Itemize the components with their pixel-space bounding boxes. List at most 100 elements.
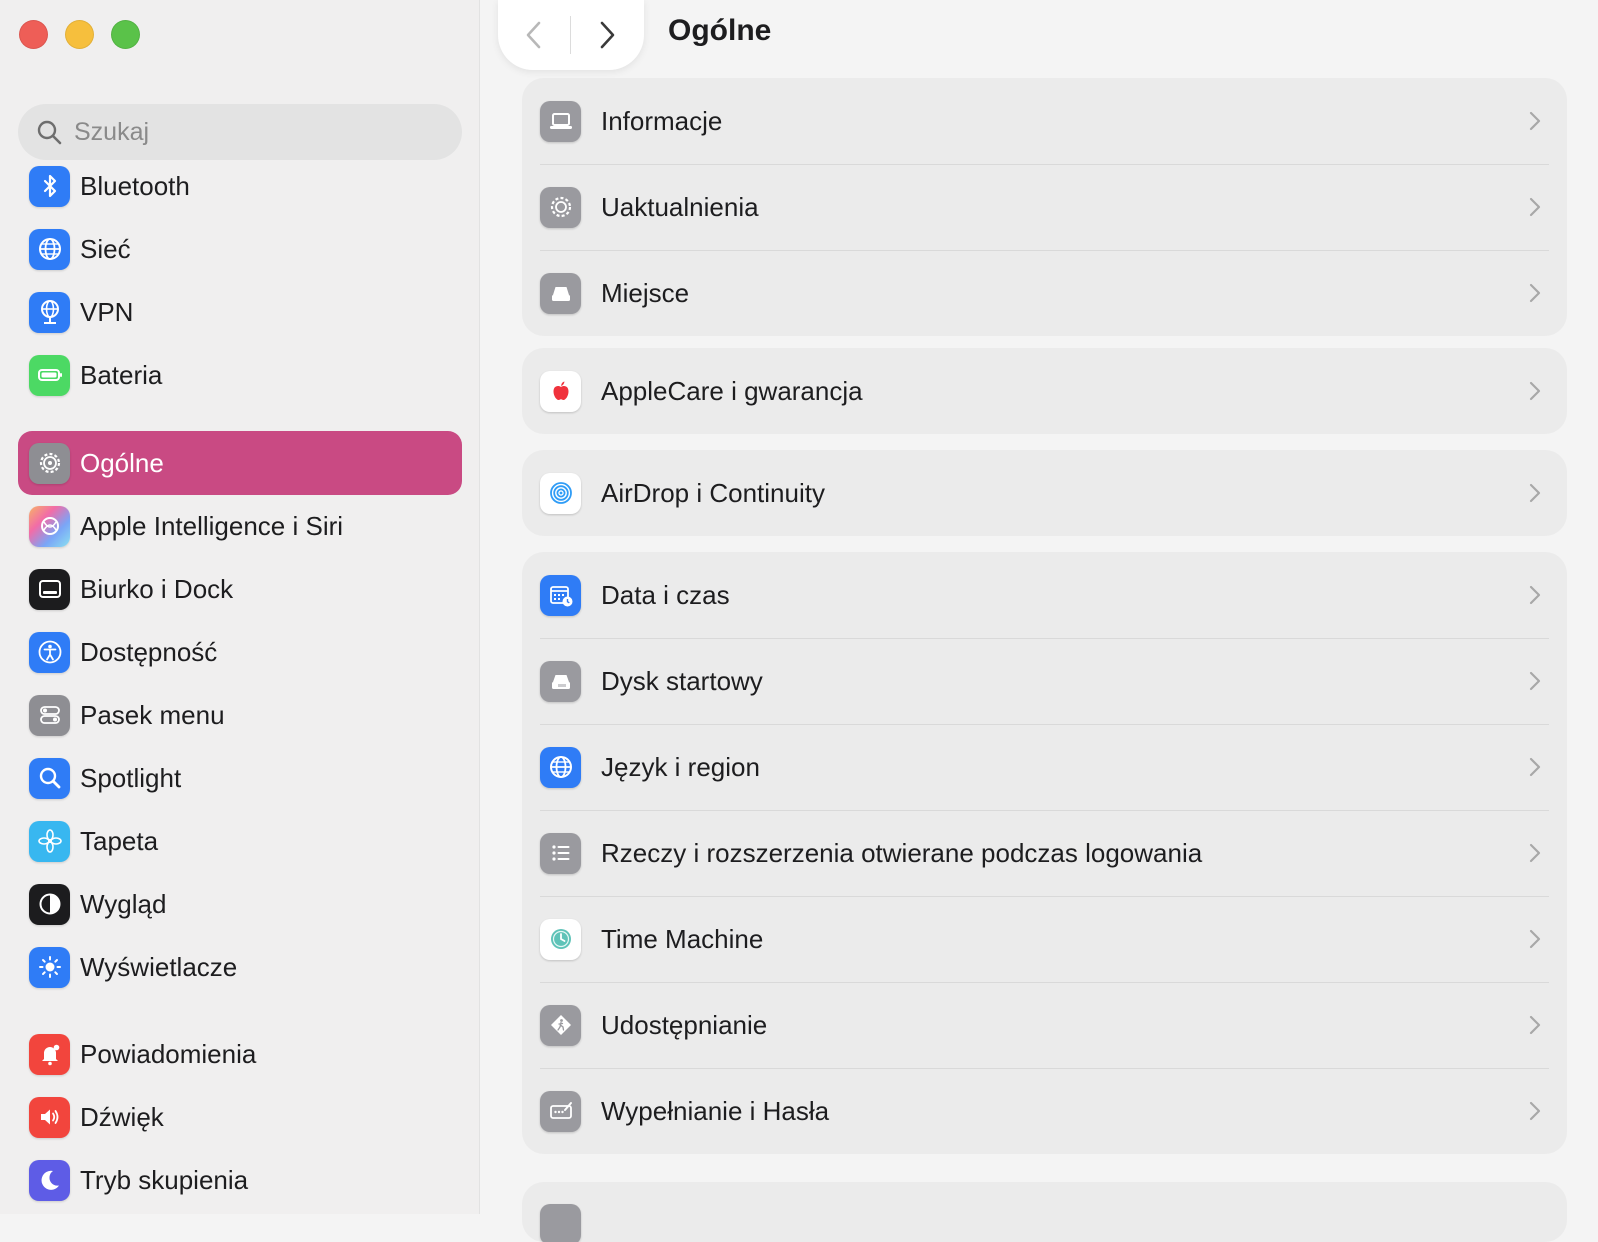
sidebar-item-label: Dźwięk bbox=[80, 1101, 164, 1132]
chevron-right-icon bbox=[1529, 1015, 1541, 1035]
row-partial[interactable] bbox=[522, 1182, 1567, 1242]
chevron-right-icon bbox=[1529, 585, 1541, 605]
back-button[interactable] bbox=[498, 0, 570, 70]
sidebar-item-displays[interactable]: Wyświetlacze bbox=[18, 935, 462, 999]
minimize-window-button[interactable] bbox=[65, 20, 94, 49]
chevron-right-icon bbox=[1529, 111, 1541, 131]
row-label: Data i czas bbox=[601, 579, 730, 610]
row-label: AirDrop i Continuity bbox=[601, 477, 825, 508]
sidebar-item-label: Wyświetlacze bbox=[80, 951, 238, 982]
row-informacje[interactable]: Informacje bbox=[522, 78, 1567, 164]
chevron-right-icon bbox=[1529, 381, 1541, 401]
sidebar-item-vpn[interactable]: VPN bbox=[18, 280, 462, 344]
spotlight-icon bbox=[29, 757, 70, 799]
laptop-icon bbox=[540, 100, 581, 142]
wallpaper-icon bbox=[29, 820, 70, 862]
window-controls bbox=[19, 20, 140, 49]
chevron-right-icon bbox=[1529, 483, 1541, 503]
row-label: AppleCare i gwarancja bbox=[601, 375, 863, 406]
sidebar-item-appearance[interactable]: Wygląd bbox=[18, 872, 462, 936]
sidebar-item-label: Wygląd bbox=[80, 888, 167, 919]
dock-icon bbox=[29, 568, 70, 610]
settings-group-about: Informacje Uaktualnienia Miejsce bbox=[522, 78, 1567, 336]
sidebar-item-label: Dostępność bbox=[80, 636, 218, 667]
bluetooth-icon bbox=[29, 165, 70, 207]
row-applecare[interactable]: AppleCare i gwarancja bbox=[522, 348, 1567, 434]
row-uaktualnienia[interactable]: Uaktualnienia bbox=[522, 164, 1567, 250]
chevron-right-icon bbox=[600, 21, 615, 49]
settings-group-next bbox=[522, 1182, 1567, 1242]
row-label: Time Machine bbox=[601, 923, 764, 954]
gear-icon bbox=[29, 442, 70, 484]
close-window-button[interactable] bbox=[19, 20, 48, 49]
accessibility-icon bbox=[29, 631, 70, 673]
battery-icon bbox=[29, 354, 70, 396]
sidebar-item-label: Biurko i Dock bbox=[80, 573, 234, 604]
forward-button[interactable] bbox=[571, 0, 643, 70]
row-label: Język i region bbox=[601, 751, 760, 782]
chevron-right-icon bbox=[1529, 1101, 1541, 1121]
zoom-window-button[interactable] bbox=[111, 20, 140, 49]
row-label: Informacje bbox=[601, 105, 723, 136]
calendar-clock-icon bbox=[540, 574, 581, 616]
sidebar-item-battery[interactable]: Bateria bbox=[18, 343, 462, 407]
row-time-machine[interactable]: Time Machine bbox=[522, 896, 1567, 982]
row-airdrop[interactable]: AirDrop i Continuity bbox=[522, 450, 1567, 536]
sidebar-item-label: Tryb skupienia bbox=[80, 1164, 249, 1195]
row-label: Rzeczy i rozszerzenia otwierane podczas … bbox=[601, 837, 1203, 868]
storage-icon bbox=[540, 272, 581, 314]
sidebar-item-focus[interactable]: Tryb skupienia bbox=[18, 1148, 462, 1212]
row-label: Uaktualnienia bbox=[601, 191, 759, 222]
sharing-icon bbox=[540, 1004, 581, 1046]
siri-icon bbox=[29, 505, 70, 547]
chevron-right-icon bbox=[1529, 283, 1541, 303]
row-miejsce[interactable]: Miejsce bbox=[522, 250, 1567, 336]
page-title: Ogólne bbox=[668, 14, 772, 47]
sidebar-item-menu-bar[interactable]: Pasek menu bbox=[18, 683, 462, 747]
row-data-czas[interactable]: Data i czas bbox=[522, 552, 1567, 638]
sidebar-item-label: Pasek menu bbox=[80, 699, 225, 730]
search-field[interactable] bbox=[18, 104, 462, 160]
sidebar: Bluetooth Sieć VPN Bateria Ogólne Apple … bbox=[0, 0, 480, 1214]
navigation-controls bbox=[498, 0, 644, 70]
row-login-items[interactable]: Rzeczy i rozszerzenia otwierane podczas … bbox=[522, 810, 1567, 896]
row-label: Miejsce bbox=[601, 277, 690, 308]
chevron-right-icon bbox=[1529, 197, 1541, 217]
autofill-icon bbox=[540, 1090, 581, 1132]
appearance-icon bbox=[29, 883, 70, 925]
sidebar-item-sound[interactable]: Dźwięk bbox=[18, 1085, 462, 1149]
settings-group-airdrop: AirDrop i Continuity bbox=[522, 450, 1567, 536]
row-label: Wypełnianie i Hasła bbox=[601, 1095, 830, 1126]
sidebar-item-notifications[interactable]: Powiadomienia bbox=[18, 1022, 462, 1086]
sidebar-item-network[interactable]: Sieć bbox=[18, 217, 462, 281]
row-udostepnianie[interactable]: Udostępnianie bbox=[522, 982, 1567, 1068]
sidebar-item-wallpaper[interactable]: Tapeta bbox=[18, 809, 462, 873]
sidebar-item-label: Powiadomienia bbox=[80, 1038, 257, 1069]
chevron-right-icon bbox=[1529, 843, 1541, 863]
moon-icon bbox=[29, 1159, 70, 1201]
sidebar-item-apple-intelligence[interactable]: Apple Intelligence i Siri bbox=[18, 494, 462, 558]
settings-group-applecare: AppleCare i gwarancja bbox=[522, 348, 1567, 434]
sidebar-item-desktop-dock[interactable]: Biurko i Dock bbox=[18, 557, 462, 621]
search-icon bbox=[37, 120, 62, 145]
display-icon bbox=[29, 946, 70, 988]
row-dysk-startowy[interactable]: Dysk startowy bbox=[522, 638, 1567, 724]
speaker-icon bbox=[29, 1096, 70, 1138]
sidebar-item-label: Bluetooth bbox=[80, 170, 190, 201]
sidebar-item-spotlight[interactable]: Spotlight bbox=[18, 746, 462, 810]
sidebar-item-label: Tapeta bbox=[80, 825, 159, 856]
chevron-right-icon bbox=[1529, 757, 1541, 777]
partial-row-icon bbox=[540, 1204, 581, 1242]
vpn-globe-icon bbox=[29, 291, 70, 333]
sidebar-item-bluetooth[interactable]: Bluetooth bbox=[18, 154, 462, 218]
sidebar-item-accessibility[interactable]: Dostępność bbox=[18, 620, 462, 684]
sidebar-item-general[interactable]: Ogólne bbox=[18, 431, 462, 495]
sidebar-item-label: Apple Intelligence i Siri bbox=[80, 510, 344, 541]
row-jezyk-region[interactable]: Język i region bbox=[522, 724, 1567, 810]
search-input[interactable] bbox=[72, 116, 436, 148]
bell-icon bbox=[29, 1033, 70, 1075]
sidebar-item-label: Sieć bbox=[80, 233, 131, 264]
sidebar-item-label: Bateria bbox=[80, 359, 163, 390]
row-wypelnianie-hasla[interactable]: Wypełnianie i Hasła bbox=[522, 1068, 1567, 1154]
sidebar-item-label: VPN bbox=[80, 296, 134, 327]
